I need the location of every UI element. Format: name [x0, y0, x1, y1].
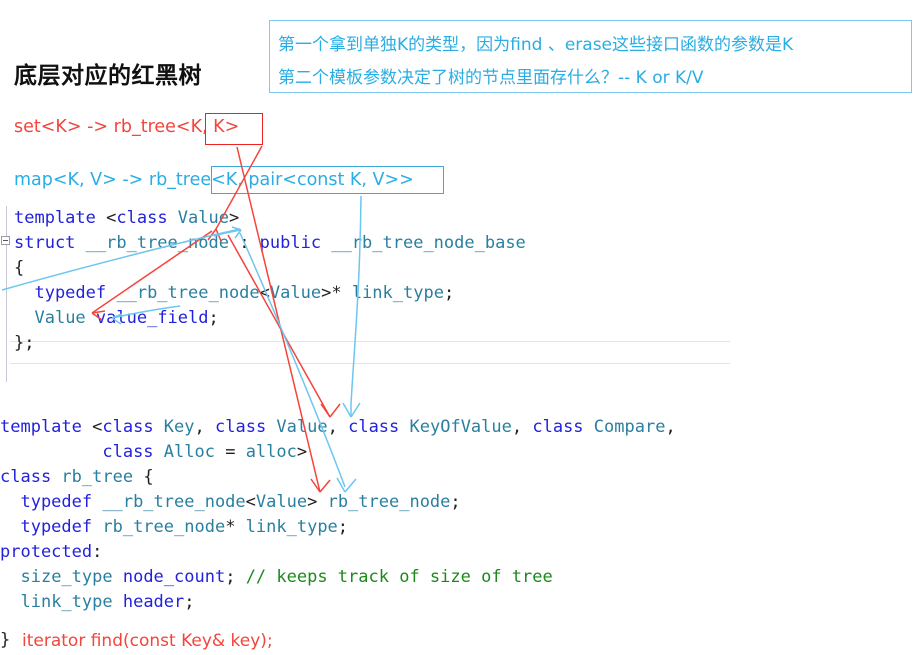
code-line: template <class Key, class Value, class …: [0, 415, 676, 440]
code-line: class Alloc = alloc>: [0, 440, 676, 465]
code-token: class: [532, 417, 594, 437]
code-token: ;: [450, 492, 461, 512]
code-token: class: [215, 417, 277, 437]
code-token: =: [214, 442, 246, 462]
code-token: <: [92, 417, 103, 437]
code-token: rb_tree_node: [102, 517, 226, 537]
code-token: {: [14, 258, 25, 278]
code-line: Value value_field;: [14, 306, 526, 331]
code-token: link_type: [351, 283, 444, 303]
code-token: template: [0, 417, 93, 437]
code-token: alloc: [245, 442, 297, 462]
code-line: typedef rb_tree_node* link_type;: [0, 515, 676, 540]
map-highlight-box: [211, 166, 444, 194]
code-line: struct __rb_tree_node : public __rb_tree…: [14, 231, 526, 256]
code-token: <: [259, 283, 270, 303]
code-token: ,: [327, 417, 349, 437]
code-token: >: [307, 492, 328, 512]
code-token: Value: [276, 417, 328, 437]
code-token: *: [225, 517, 246, 537]
code-token: ;: [443, 283, 455, 303]
code-token: class: [0, 467, 62, 487]
code-token: value_field: [95, 308, 209, 328]
code-token: <: [106, 208, 117, 228]
code-token: class: [116, 208, 178, 228]
code-token: Value: [255, 492, 308, 512]
slide-root: 底层对应的红黑树 第一个拿到单独K的类型，因为find 、erase这些接口函数…: [0, 0, 920, 655]
code-token: Compare: [593, 417, 666, 437]
code-token: Value: [177, 208, 229, 228]
code-token: // keeps track of size of tree: [245, 567, 553, 587]
code-line: {: [14, 256, 526, 281]
code-token: :: [92, 542, 103, 562]
code-block-node: template <class Value> struct __rb_tree_n…: [14, 206, 526, 356]
code-token: Key: [163, 417, 195, 437]
code-token: typedef: [0, 517, 103, 537]
code-token: __rb_tree_node: [102, 492, 246, 512]
code-token: struct: [14, 233, 86, 253]
code-line: link_type header;: [0, 590, 676, 615]
code-line: class rb_tree {: [0, 465, 676, 490]
code-separator-rule-2: [10, 363, 730, 364]
code-token: header: [122, 592, 185, 612]
page-title: 底层对应的红黑树: [14, 63, 202, 89]
code-line: template <class Value>: [14, 206, 526, 231]
code-token: class: [102, 417, 164, 437]
code-token: >: [228, 208, 240, 228]
code-token: ;: [337, 517, 349, 537]
code-token: KeyOfValue: [409, 417, 512, 437]
code-token: __rb_tree_node: [116, 283, 260, 303]
code-fold-toggle-icon[interactable]: [1, 236, 10, 245]
code-token: typedef: [14, 283, 117, 303]
code-token: __rb_tree_node_base: [331, 233, 526, 253]
code-token: };: [14, 333, 35, 353]
code-token: ;: [184, 592, 195, 612]
code-token: link_type: [20, 592, 123, 612]
note-line-1: 第一个拿到单独K的类型，因为find 、erase这些接口函数的参数是K: [278, 35, 794, 55]
code-gutter-line: [6, 206, 7, 382]
code-line: protected:: [0, 540, 676, 565]
code-token: template: [14, 208, 107, 228]
closing-brace: }: [0, 630, 11, 650]
code-token: <: [245, 492, 256, 512]
code-line: typedef __rb_tree_node<Value>* link_type…: [14, 281, 526, 306]
code-line: };: [14, 331, 526, 356]
code-token: Alloc: [163, 442, 215, 462]
code-token: node_count: [122, 567, 226, 587]
code-line: size_type node_count; // keeps track of …: [0, 565, 676, 590]
code-token: ,: [665, 417, 676, 437]
code-token: link_type: [245, 517, 338, 537]
note-line-2: 第二个模板参数决定了树的节点里面存什么？-- K or K/V: [278, 68, 704, 88]
code-token: ;: [225, 567, 246, 587]
code-token: protected: [0, 542, 93, 562]
code-token: class: [348, 417, 410, 437]
code-token: __rb_tree_node: [85, 233, 229, 253]
code-token: rb_tree_node: [327, 492, 451, 512]
code-token: Value: [269, 283, 322, 303]
code-token: {: [133, 467, 154, 487]
code-token: rb_tree: [61, 467, 134, 487]
find-signature: iterator find(const Key& key);: [22, 631, 273, 651]
code-token: typedef: [0, 492, 103, 512]
code-line: typedef __rb_tree_node<Value> rb_tree_no…: [0, 490, 676, 515]
code-token: size_type: [20, 567, 123, 587]
code-block-rbtree: template <class Key, class Value, class …: [0, 415, 676, 615]
set-highlight-box: [205, 113, 263, 145]
code-token: ,: [194, 417, 215, 437]
code-token: ,: [511, 417, 533, 437]
code-token: >*: [321, 283, 352, 303]
code-token: Value: [34, 308, 96, 328]
code-token: :: [228, 233, 260, 253]
annotation-note-box: 第一个拿到单独K的类型，因为find 、erase这些接口函数的参数是K 第二个…: [269, 20, 912, 93]
code-token: >: [296, 442, 308, 462]
code-token: public: [259, 233, 332, 253]
code-token: class: [102, 442, 164, 462]
code-token: ;: [208, 308, 219, 328]
